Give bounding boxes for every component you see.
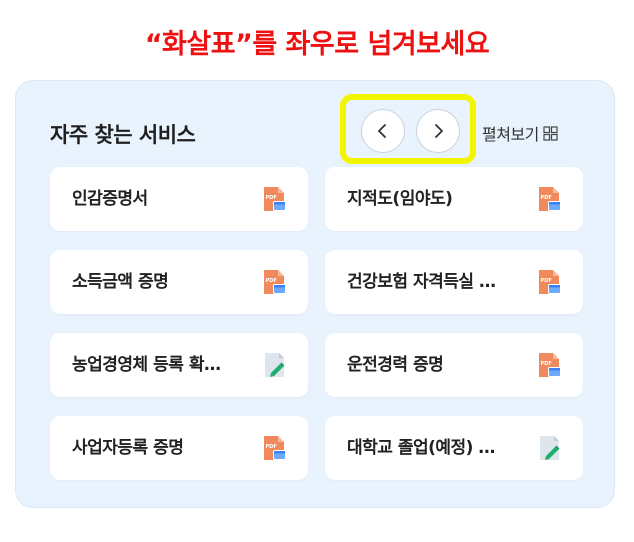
service-card-ingam[interactable]: 인감증명서 PDF: [50, 167, 308, 231]
service-card-business-registration[interactable]: 사업자등록 증명 PDF: [50, 416, 308, 480]
service-label: 농업경영체 등록 확…: [72, 355, 221, 375]
edit-document-icon: [540, 436, 560, 460]
chevron-left-icon: [378, 124, 386, 138]
pdf-document-icon: PDF: [539, 270, 561, 294]
svg-text:PDF: PDF: [266, 278, 277, 284]
service-label: 지적도(임야도): [347, 189, 453, 209]
pdf-document-icon: PDF: [264, 436, 286, 460]
service-label: 건강보험 자격득실 …: [347, 272, 496, 292]
frequent-services-panel: 자주 찾는 서비스 펼쳐보기 인감증명서 PDF 지적도(임야도) PDF 소득…: [15, 80, 615, 508]
expand-button[interactable]: 펼쳐보기: [482, 121, 558, 145]
service-label: 소득금액 증명: [72, 272, 169, 292]
chevron-right-icon: [435, 124, 443, 138]
prev-button[interactable]: [361, 109, 405, 153]
panel-title: 자주 찾는 서비스: [50, 123, 196, 147]
grid-icon: [543, 125, 558, 141]
service-label: 사업자등록 증명: [72, 438, 184, 458]
expand-label: 펼쳐보기: [482, 125, 539, 144]
pdf-document-icon: PDF: [539, 353, 561, 377]
svg-text:PDF: PDF: [541, 278, 552, 284]
service-card-jijeokdo[interactable]: 지적도(임야도) PDF: [325, 167, 583, 231]
pdf-document-icon: PDF: [264, 270, 286, 294]
svg-text:PDF: PDF: [266, 444, 277, 450]
service-label: 운전경력 증명: [347, 355, 444, 375]
service-label: 대학교 졸업(예정) …: [347, 438, 495, 458]
next-button[interactable]: [416, 109, 460, 153]
pdf-document-icon: PDF: [264, 187, 286, 211]
pdf-document-icon: PDF: [539, 187, 561, 211]
service-card-farm-business[interactable]: 농업경영체 등록 확…: [50, 333, 308, 397]
service-card-driving-record[interactable]: 운전경력 증명 PDF: [325, 333, 583, 397]
edit-document-icon: [265, 353, 285, 377]
service-card-health-insurance[interactable]: 건강보험 자격득실 … PDF: [325, 250, 583, 314]
service-card-graduation[interactable]: 대학교 졸업(예정) …: [325, 416, 583, 480]
instruction-text: “화살표”를 좌우로 넘겨보세요: [144, 29, 490, 60]
svg-text:PDF: PDF: [541, 361, 552, 367]
svg-text:PDF: PDF: [266, 195, 277, 201]
svg-text:PDF: PDF: [541, 195, 552, 201]
service-label: 인감증명서: [72, 189, 148, 209]
service-card-income[interactable]: 소득금액 증명 PDF: [50, 250, 308, 314]
